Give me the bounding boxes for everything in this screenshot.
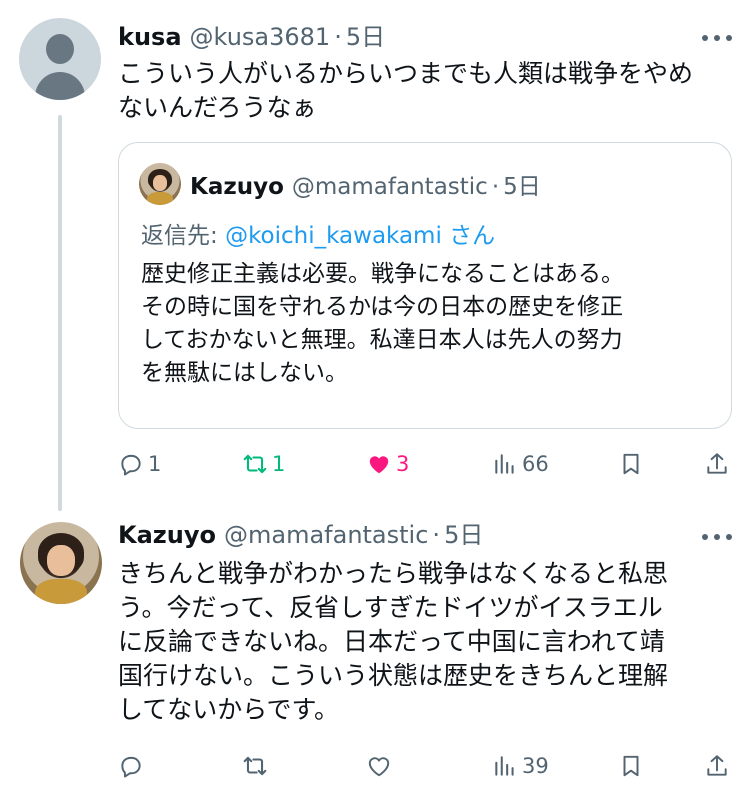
views-icon — [495, 756, 514, 776]
action-bar: 1 1 3 66 — [118, 444, 732, 484]
more-icon[interactable] — [702, 532, 732, 542]
more-dot — [726, 35, 732, 41]
like-count: 3 — [396, 452, 410, 476]
tweet-timestamp[interactable]: 5日 — [346, 22, 385, 52]
author-handle[interactable]: @kusa3681 — [190, 22, 331, 52]
reply-count: 1 — [148, 452, 162, 476]
retweet-icon — [243, 756, 267, 776]
like-button[interactable] — [366, 746, 396, 786]
views-icon — [495, 454, 514, 474]
bookmark-button[interactable] — [618, 746, 644, 786]
bookmark-button[interactable] — [618, 444, 644, 484]
reply-icon — [121, 756, 141, 778]
quote-timestamp: 5日 — [503, 174, 541, 200]
more-dot — [702, 534, 708, 540]
retweet-count: 1 — [272, 452, 286, 476]
author-name[interactable]: Kazuyo — [118, 520, 216, 550]
reply-button[interactable]: 1 — [118, 444, 161, 484]
avatar-shirt — [34, 579, 88, 604]
quote-avatar[interactable] — [139, 163, 181, 205]
author-handle[interactable]: @mamafantastic — [224, 520, 428, 550]
reply-to-line: 返信先: @koichi_kawakami さん — [141, 220, 495, 252]
header-separator: · — [334, 23, 342, 51]
action-bar: 39 — [118, 746, 732, 786]
avatar-face — [152, 174, 168, 191]
share-icon — [707, 453, 727, 474]
view-count: 39 — [522, 754, 549, 778]
reply-to-suffix: さん — [441, 223, 496, 249]
quote-header: Kazuyo @mamafantastic · 5日 — [190, 172, 541, 202]
tweet-text: こういう人がいるからいつまでも人類は戦争をやめ ないんだろうなぁ — [118, 59, 694, 122]
header-separator: · — [432, 521, 441, 549]
more-dot — [726, 534, 732, 540]
share-button[interactable] — [704, 746, 730, 786]
retweet-button[interactable]: 1 — [242, 444, 285, 484]
quote-author-name: Kazuyo — [190, 174, 284, 200]
views-button[interactable]: 66 — [492, 444, 549, 484]
tweet-header: kusa @kusa3681 · 5日 — [118, 22, 385, 52]
like-icon — [368, 757, 390, 777]
author-name[interactable]: kusa — [118, 22, 182, 52]
view-count: 66 — [522, 452, 549, 476]
views-button[interactable]: 39 — [492, 746, 549, 786]
reply-mention-link[interactable]: @koichi_kawakami — [225, 223, 442, 249]
like-button[interactable]: 3 — [366, 444, 409, 484]
quote-header-separator: · — [491, 174, 500, 200]
tweet-header: Kazuyo @mamafantastic · 5日 — [118, 520, 483, 550]
reply-to-prefix: 返信先: — [141, 223, 226, 249]
share-icon — [707, 755, 727, 776]
retweet-icon — [243, 454, 267, 474]
tweet-timestamp[interactable]: 5日 — [444, 520, 483, 550]
avatar-shirt — [146, 192, 174, 205]
avatar-default[interactable] — [19, 18, 101, 100]
share-button[interactable] — [704, 444, 730, 484]
quote-text: 歴史修正主義は必要。戦争になることはある。 その時に国を守れるかは今の日本の歴史… — [141, 261, 624, 386]
like-icon — [369, 456, 389, 474]
bookmark-icon — [623, 453, 639, 475]
more-dot — [714, 35, 720, 41]
tweet-text: きちんと戦争がわかったら戦争はなくなると私思 う。今だって、反省しすぎたドイツが… — [118, 559, 669, 724]
more-dot — [714, 534, 720, 540]
avatar[interactable] — [20, 522, 102, 604]
reply-icon — [121, 454, 141, 476]
quote-author-handle: @mamafantastic — [291, 174, 488, 200]
avatar-body-shape — [35, 72, 85, 100]
avatar-face — [47, 544, 75, 577]
bookmark-icon — [623, 755, 639, 777]
retweet-button[interactable] — [242, 746, 272, 786]
reply-button[interactable] — [118, 746, 148, 786]
more-icon[interactable] — [702, 33, 732, 43]
more-dot — [702, 35, 708, 41]
avatar-head-shape — [46, 34, 74, 64]
